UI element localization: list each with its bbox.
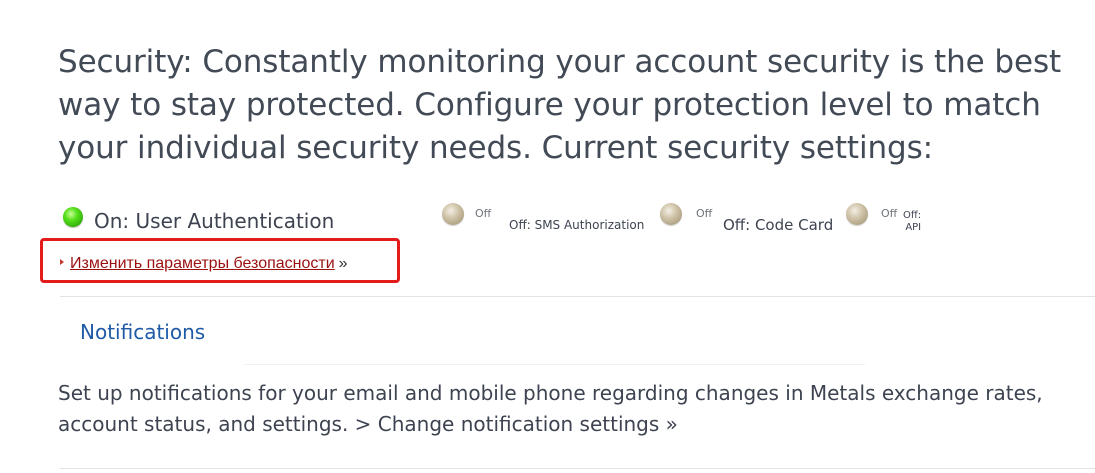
- status-off-led-icon: [846, 203, 868, 225]
- status-code-card-label: Off: Code Card: [723, 216, 834, 234]
- change-security-settings: Изменить параметры безопасности»: [60, 255, 348, 273]
- security-headline: Security: Constantly monitoring your acc…: [58, 44, 1062, 166]
- bullet-arrow-icon: [60, 258, 64, 265]
- status-codecard-mini-off: Off: [696, 207, 713, 220]
- status-user-authentication-label: On: User Authentication: [94, 209, 335, 233]
- status-api-label: Off: API: [903, 210, 921, 234]
- notifications-title: Notifications: [80, 320, 206, 344]
- status-on-led-icon: [63, 207, 83, 227]
- change-notification-settings-link[interactable]: > Change notification settings »: [355, 412, 678, 436]
- status-api-label-line1: Off:: [903, 210, 922, 221]
- status-sms-mini-off: Off: [475, 207, 492, 220]
- status-api-mini-off: Off: [881, 207, 898, 220]
- security-settings-page: Security: Constantly monitoring your acc…: [0, 0, 1095, 473]
- divider: [60, 468, 1095, 469]
- status-off-led-icon: [660, 203, 682, 225]
- divider: [245, 364, 865, 365]
- change-security-settings-link[interactable]: Изменить параметры безопасности: [70, 255, 335, 272]
- divider: [60, 296, 1095, 297]
- link-suffix: »: [338, 255, 348, 272]
- status-sms-authorization-label: Off: SMS Authorization: [509, 218, 645, 232]
- status-off-led-icon: [442, 203, 464, 225]
- status-api-label-line2: API: [905, 222, 922, 233]
- notifications-description: Set up notifications for your email and …: [58, 378, 1068, 440]
